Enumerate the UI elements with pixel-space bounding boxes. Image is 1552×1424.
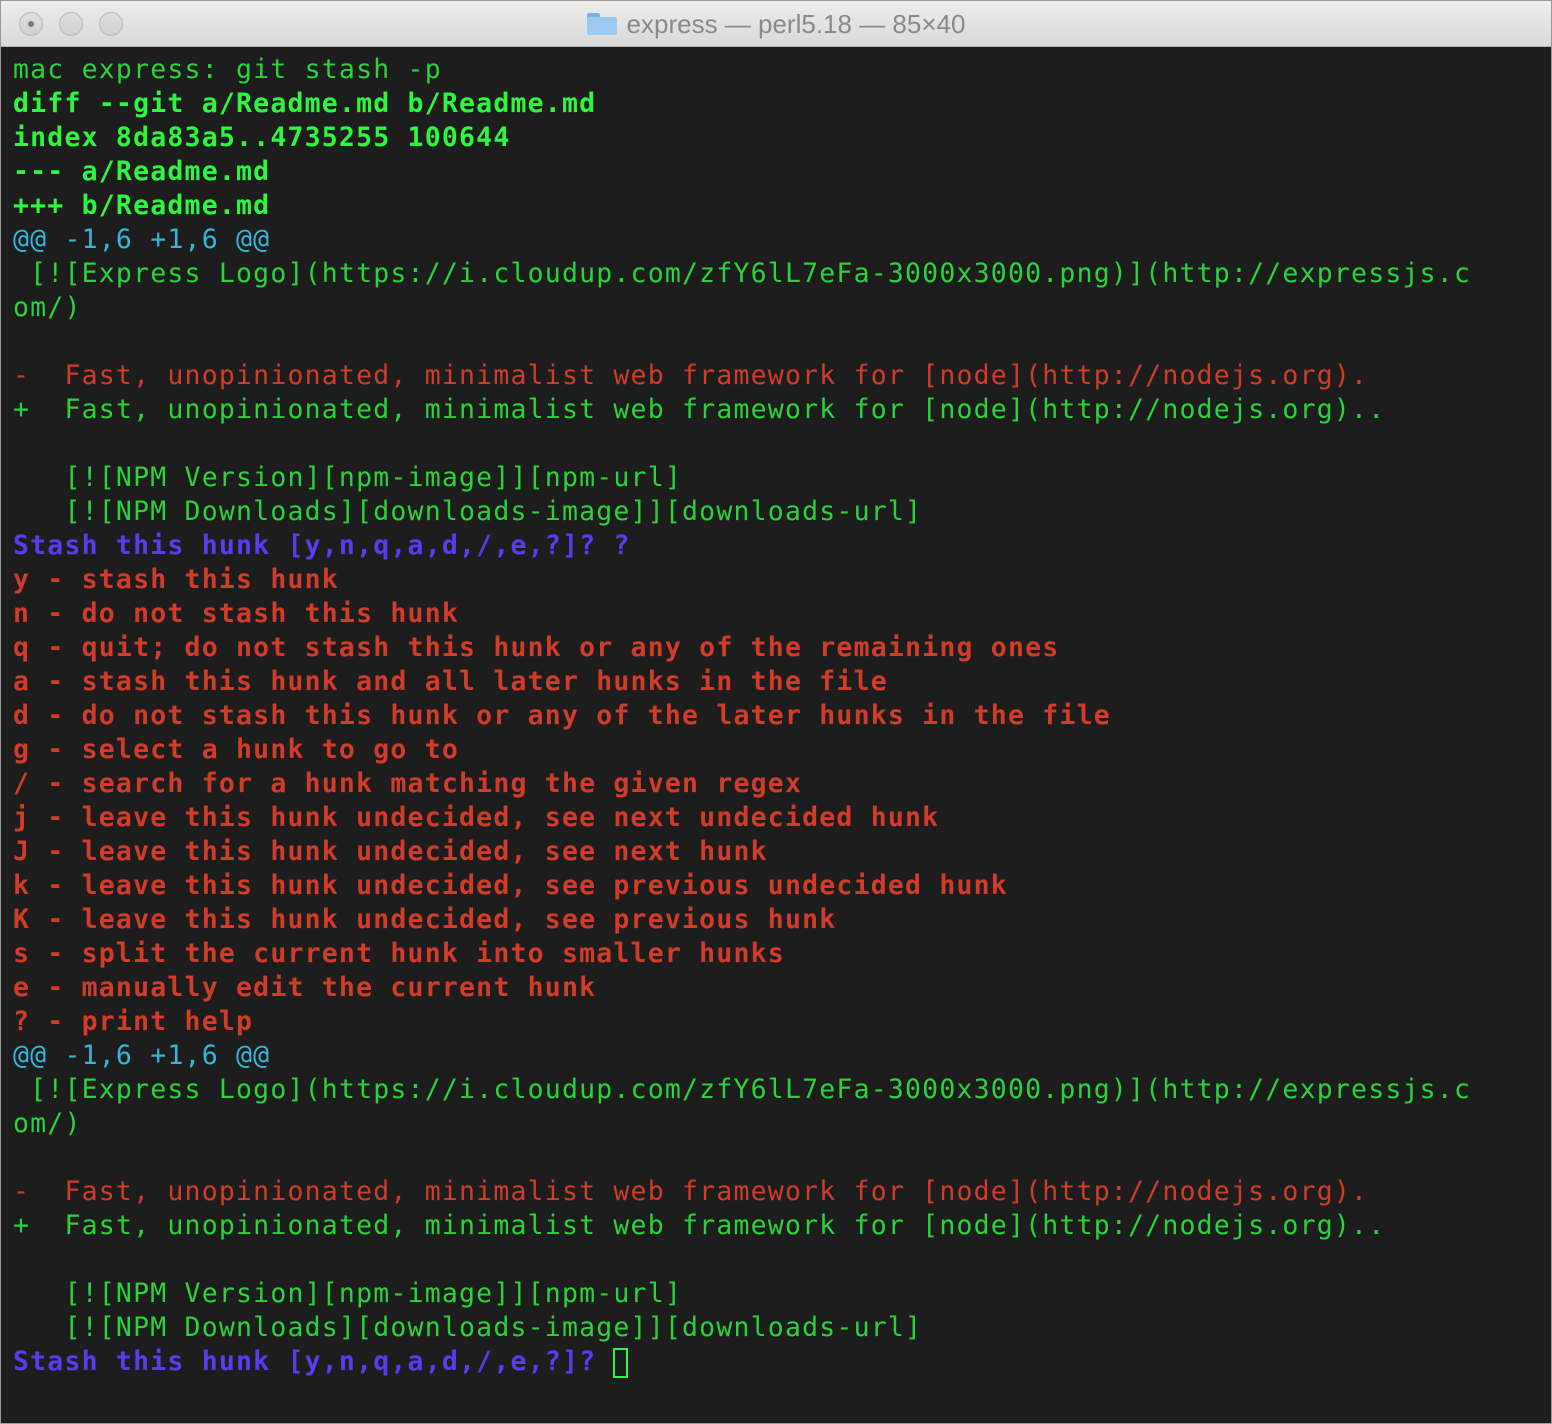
terminal-line: ? - print help — [13, 1005, 1543, 1039]
terminal-line-text: [![NPM Version][npm-image]][npm-url] — [13, 462, 683, 493]
terminal-line: mac express: git stash -p — [13, 53, 1543, 87]
terminal-line-text: @@ -1,6 +1,6 @@ — [13, 224, 271, 255]
terminal-line: +++ b/Readme.md — [13, 189, 1543, 223]
terminal-line: Stash this hunk [y,n,q,a,d,/,e,?]? — [13, 1345, 1543, 1379]
terminal-line: J - leave this hunk undecided, see next … — [13, 835, 1543, 869]
terminal-line: --- a/Readme.md — [13, 155, 1543, 189]
terminal-line-text: e - manually edit the current hunk — [13, 972, 597, 1003]
terminal-line: [![NPM Version][npm-image]][npm-url] — [13, 1277, 1543, 1311]
terminal-line: / - search for a hunk matching the given… — [13, 767, 1543, 801]
terminal-line: e - manually edit the current hunk — [13, 971, 1543, 1005]
terminal-line: y - stash this hunk — [13, 563, 1543, 597]
terminal-line-text: [![Express Logo](https://i.cloudup.com/z… — [13, 1074, 1472, 1105]
terminal-line-text: y - stash this hunk — [13, 564, 339, 595]
terminal-output[interactable]: mac express: git stash -p diff --git a/Re… — [13, 53, 1543, 1413]
terminal-line: n - do not stash this hunk — [13, 597, 1543, 631]
terminal-line-text: @@ -1,6 +1,6 @@ — [13, 1040, 271, 1071]
terminal-line-text: s - split the current hunk into smaller … — [13, 938, 785, 969]
terminal-line-text: a - stash this hunk and all later hunks … — [13, 666, 888, 697]
terminal-line: [![Express Logo](https://i.cloudup.com/z… — [13, 257, 1543, 291]
folder-icon — [586, 13, 617, 35]
terminal-line: Stash this hunk [y,n,q,a,d,/,e,?]? ? — [13, 529, 1543, 563]
terminal-line-text: [![NPM Version][npm-image]][npm-url] — [13, 1278, 683, 1309]
terminal-line: g - select a hunk to go to — [13, 733, 1543, 767]
terminal-line: om/) — [13, 291, 1543, 325]
terminal-line: [![Express Logo](https://i.cloudup.com/z… — [13, 1073, 1543, 1107]
window-title: express — perl5.18 — 85×40 — [626, 8, 966, 39]
terminal-line-text: +++ b/Readme.md — [13, 190, 271, 221]
window-title-area: express — perl5.18 — 85×40 — [1, 1, 1551, 47]
terminal-line: s - split the current hunk into smaller … — [13, 937, 1543, 971]
terminal-line-text: mac express: git stash -p — [13, 54, 442, 85]
terminal-line-text: / - search for a hunk matching the given… — [13, 768, 803, 799]
terminal-window: express — perl5.18 — 85×40 mac express: … — [0, 0, 1552, 1424]
terminal-line-text: - Fast, unopinionated, minimalist web fr… — [13, 1176, 1369, 1207]
terminal-line-text: [![NPM Downloads][downloads-image]][down… — [13, 1312, 923, 1343]
terminal-line: - Fast, unopinionated, minimalist web fr… — [13, 359, 1543, 393]
terminal-line: diff --git a/Readme.md b/Readme.md — [13, 87, 1543, 121]
terminal-line: - Fast, unopinionated, minimalist web fr… — [13, 1175, 1543, 1209]
terminal-line: d - do not stash this hunk or any of the… — [13, 699, 1543, 733]
terminal-line-text: J - leave this hunk undecided, see next … — [13, 836, 768, 867]
terminal-line-text: + Fast, unopinionated, minimalist web fr… — [13, 1210, 1386, 1241]
terminal-line: [![NPM Downloads][downloads-image]][down… — [13, 1311, 1543, 1345]
terminal-line: index 8da83a5..4735255 100644 — [13, 121, 1543, 155]
terminal-line: + Fast, unopinionated, minimalist web fr… — [13, 393, 1543, 427]
terminal-line-text: om/) — [13, 1108, 82, 1139]
terminal-line: + Fast, unopinionated, minimalist web fr… — [13, 1209, 1543, 1243]
text-cursor[interactable] — [613, 1347, 629, 1378]
terminal-line-text: Stash this hunk [y,n,q,a,d,/,e,?]? — [13, 1346, 614, 1377]
terminal-line-text: --- a/Readme.md — [13, 156, 271, 187]
terminal-line: om/) — [13, 1107, 1543, 1141]
terminal-line: @@ -1,6 +1,6 @@ — [13, 1039, 1543, 1073]
terminal-line-text: + Fast, unopinionated, minimalist web fr… — [13, 394, 1386, 425]
terminal-line-text: n - do not stash this hunk — [13, 598, 460, 629]
terminal-line-text: k - leave this hunk undecided, see previ… — [13, 870, 1008, 901]
terminal-line-text: g - select a hunk to go to — [13, 734, 460, 765]
terminal-line: [![NPM Version][npm-image]][npm-url] — [13, 461, 1543, 495]
terminal-line-text: - Fast, unopinionated, minimalist web fr… — [13, 360, 1369, 391]
terminal-line-text: om/) — [13, 292, 82, 323]
terminal-line-text: ? - print help — [13, 1006, 254, 1037]
terminal-line-text: index 8da83a5..4735255 100644 — [13, 122, 511, 153]
terminal-line: j - leave this hunk undecided, see next … — [13, 801, 1543, 835]
terminal-line-text: j - leave this hunk undecided, see next … — [13, 802, 940, 833]
terminal-line-text: Stash this hunk [y,n,q,a,d,/,e,?]? ? — [13, 530, 631, 561]
terminal-line-text: [![NPM Downloads][downloads-image]][down… — [13, 496, 923, 527]
terminal-line-text: d - do not stash this hunk or any of the… — [13, 700, 1111, 731]
terminal-line-text: q - quit; do not stash this hunk or any … — [13, 632, 1060, 663]
terminal-line: [![NPM Downloads][downloads-image]][down… — [13, 495, 1543, 529]
terminal-line: a - stash this hunk and all later hunks … — [13, 665, 1543, 699]
terminal-line-text: K - leave this hunk undecided, see previ… — [13, 904, 837, 935]
terminal-line: @@ -1,6 +1,6 @@ — [13, 223, 1543, 257]
terminal-line-text: [![Express Logo](https://i.cloudup.com/z… — [13, 258, 1472, 289]
terminal-line: q - quit; do not stash this hunk or any … — [13, 631, 1543, 665]
terminal-line-text: diff --git a/Readme.md b/Readme.md — [13, 88, 597, 119]
terminal-line: k - leave this hunk undecided, see previ… — [13, 869, 1543, 903]
title-bar[interactable]: express — perl5.18 — 85×40 — [1, 1, 1551, 47]
terminal-line: K - leave this hunk undecided, see previ… — [13, 903, 1543, 937]
